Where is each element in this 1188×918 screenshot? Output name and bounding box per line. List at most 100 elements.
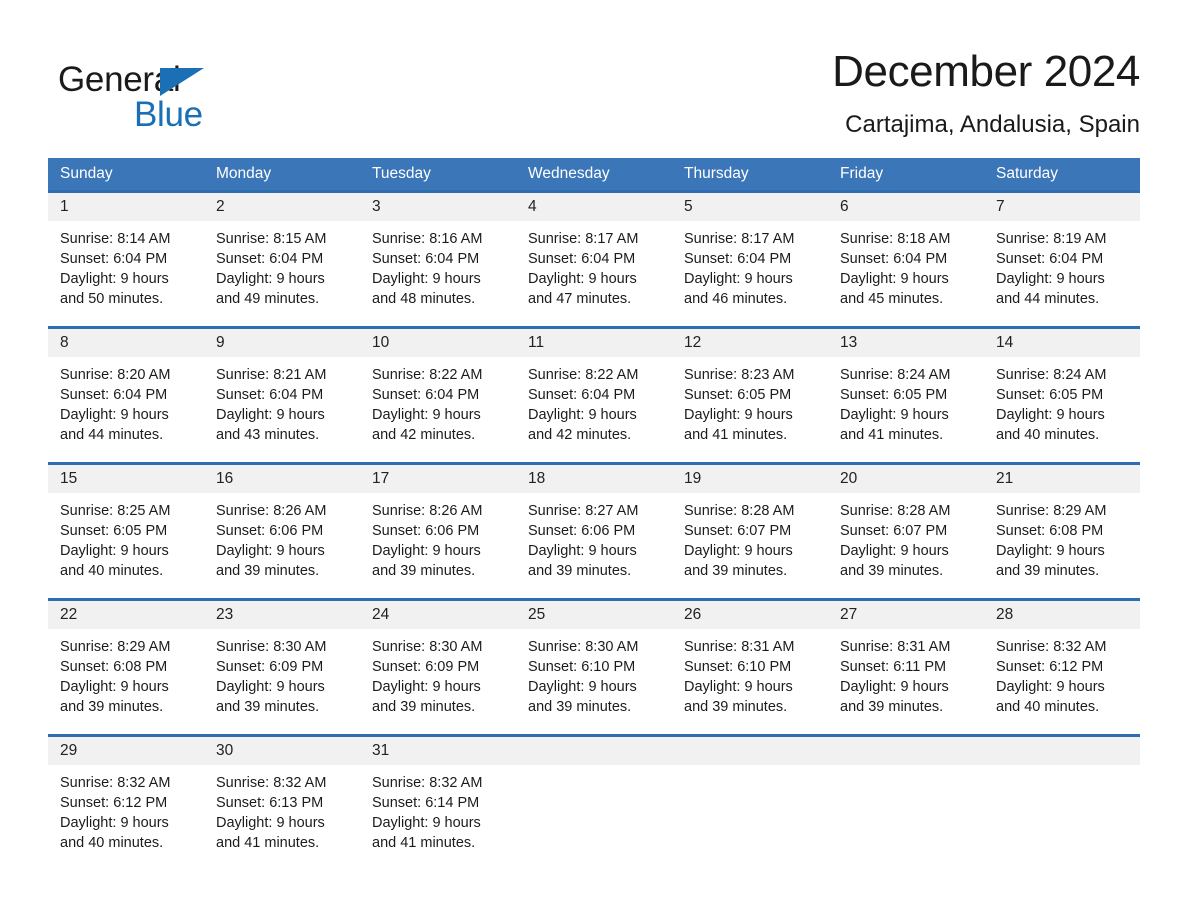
- daylight-line-2: and 46 minutes.: [684, 291, 788, 307]
- day-cell[interactable]: Sunrise: 8:28 AM Sunset: 6:07 PM Dayligh…: [828, 493, 984, 598]
- day-detail-row: Sunrise: 8:14 AM Sunset: 6:04 PM Dayligh…: [48, 221, 1140, 326]
- day-cell[interactable]: Sunrise: 8:28 AM Sunset: 6:07 PM Dayligh…: [672, 493, 828, 598]
- day-cell[interactable]: Sunrise: 8:24 AM Sunset: 6:05 PM Dayligh…: [828, 357, 984, 462]
- weekday-friday: Friday: [840, 165, 884, 182]
- day-cell[interactable]: Sunrise: 8:30 AM Sunset: 6:09 PM Dayligh…: [360, 629, 516, 734]
- day-cell[interactable]: Sunrise: 8:17 AM Sunset: 6:04 PM Dayligh…: [672, 221, 828, 326]
- day-number[interactable]: 26: [672, 601, 828, 629]
- day-cell[interactable]: Sunrise: 8:21 AM Sunset: 6:04 PM Dayligh…: [204, 357, 360, 462]
- day-cell[interactable]: Sunrise: 8:16 AM Sunset: 6:04 PM Dayligh…: [360, 221, 516, 326]
- day-number[interactable]: 31: [360, 737, 516, 765]
- sunset-line: Sunset: 6:04 PM: [372, 387, 480, 403]
- day-cell[interactable]: Sunrise: 8:32 AM Sunset: 6:12 PM Dayligh…: [984, 629, 1140, 734]
- day-number[interactable]: 8: [48, 329, 204, 357]
- sunset-line: Sunset: 6:12 PM: [60, 795, 168, 811]
- sunset-line: Sunset: 6:08 PM: [996, 523, 1104, 539]
- day-number[interactable]: 23: [204, 601, 360, 629]
- daylight-line-1: Daylight: 9 hours: [216, 679, 325, 695]
- day-number[interactable]: 19: [672, 465, 828, 493]
- day-cell[interactable]: Sunrise: 8:26 AM Sunset: 6:06 PM Dayligh…: [204, 493, 360, 598]
- day-number[interactable]: 4: [516, 193, 672, 221]
- day-detail-row: Sunrise: 8:25 AM Sunset: 6:05 PM Dayligh…: [48, 493, 1140, 598]
- daylight-line-2: and 41 minutes.: [840, 427, 944, 443]
- sunset-line: Sunset: 6:05 PM: [60, 523, 168, 539]
- daylight-line-1: Daylight: 9 hours: [684, 271, 793, 287]
- day-number[interactable]: 16: [204, 465, 360, 493]
- day-cell[interactable]: Sunrise: 8:24 AM Sunset: 6:05 PM Dayligh…: [984, 357, 1140, 462]
- week-row: 29 30 31 Sunrise: 8:32 AM Sunset: 6:12 P…: [48, 734, 1140, 870]
- day-cell[interactable]: Sunrise: 8:22 AM Sunset: 6:04 PM Dayligh…: [516, 357, 672, 462]
- day-number[interactable]: 27: [828, 601, 984, 629]
- day-cell[interactable]: Sunrise: 8:14 AM Sunset: 6:04 PM Dayligh…: [48, 221, 204, 326]
- day-number[interactable]: 3: [360, 193, 516, 221]
- day-cell-empty: [516, 765, 672, 870]
- day-cell[interactable]: Sunrise: 8:22 AM Sunset: 6:04 PM Dayligh…: [360, 357, 516, 462]
- day-number[interactable]: 20: [828, 465, 984, 493]
- day-cell[interactable]: Sunrise: 8:23 AM Sunset: 6:05 PM Dayligh…: [672, 357, 828, 462]
- day-number[interactable]: 10: [360, 329, 516, 357]
- daylight-line-1: Daylight: 9 hours: [840, 271, 949, 287]
- daylight-line-2: and 41 minutes.: [372, 835, 476, 851]
- day-number[interactable]: 14: [984, 329, 1140, 357]
- day-number[interactable]: 6: [828, 193, 984, 221]
- day-number[interactable]: 15: [48, 465, 204, 493]
- daylight-line-2: and 41 minutes.: [216, 835, 320, 851]
- day-cell[interactable]: Sunrise: 8:30 AM Sunset: 6:09 PM Dayligh…: [204, 629, 360, 734]
- day-cell[interactable]: Sunrise: 8:17 AM Sunset: 6:04 PM Dayligh…: [516, 221, 672, 326]
- day-number-empty: [516, 737, 672, 765]
- day-number[interactable]: 11: [516, 329, 672, 357]
- day-cell[interactable]: Sunrise: 8:32 AM Sunset: 6:13 PM Dayligh…: [204, 765, 360, 870]
- day-number[interactable]: 25: [516, 601, 672, 629]
- sunrise-line: Sunrise: 8:28 AM: [840, 503, 951, 519]
- day-cell[interactable]: Sunrise: 8:26 AM Sunset: 6:06 PM Dayligh…: [360, 493, 516, 598]
- day-cell[interactable]: Sunrise: 8:27 AM Sunset: 6:06 PM Dayligh…: [516, 493, 672, 598]
- day-number[interactable]: 21: [984, 465, 1140, 493]
- daylight-line-2: and 40 minutes.: [996, 699, 1100, 715]
- day-cell[interactable]: Sunrise: 8:32 AM Sunset: 6:14 PM Dayligh…: [360, 765, 516, 870]
- weekday-monday: Monday: [216, 165, 272, 182]
- sunrise-line: Sunrise: 8:26 AM: [216, 503, 327, 519]
- day-number[interactable]: 12: [672, 329, 828, 357]
- day-cell[interactable]: Sunrise: 8:19 AM Sunset: 6:04 PM Dayligh…: [984, 221, 1140, 326]
- day-cell[interactable]: Sunrise: 8:25 AM Sunset: 6:05 PM Dayligh…: [48, 493, 204, 598]
- week-row: 1 2 3 4 5 6 7 Sunrise: 8:14 AM Sunset: 6…: [48, 190, 1140, 326]
- sunset-line: Sunset: 6:06 PM: [216, 523, 324, 539]
- day-cell[interactable]: Sunrise: 8:20 AM Sunset: 6:04 PM Dayligh…: [48, 357, 204, 462]
- day-cell[interactable]: Sunrise: 8:18 AM Sunset: 6:04 PM Dayligh…: [828, 221, 984, 326]
- day-number[interactable]: 17: [360, 465, 516, 493]
- day-cell[interactable]: Sunrise: 8:32 AM Sunset: 6:12 PM Dayligh…: [48, 765, 204, 870]
- sunrise-line: Sunrise: 8:31 AM: [840, 639, 951, 655]
- day-cell[interactable]: Sunrise: 8:29 AM Sunset: 6:08 PM Dayligh…: [984, 493, 1140, 598]
- week-row: 15 16 17 18 19 20 21 Sunrise: 8:25 AM Su…: [48, 462, 1140, 598]
- day-number[interactable]: 5: [672, 193, 828, 221]
- day-number[interactable]: 29: [48, 737, 204, 765]
- generalblue-logo[interactable]: General Blue: [58, 52, 378, 142]
- sunset-line: Sunset: 6:04 PM: [216, 251, 324, 267]
- day-cell[interactable]: Sunrise: 8:15 AM Sunset: 6:04 PM Dayligh…: [204, 221, 360, 326]
- sunrise-line: Sunrise: 8:14 AM: [60, 231, 171, 247]
- day-cell[interactable]: Sunrise: 8:31 AM Sunset: 6:11 PM Dayligh…: [828, 629, 984, 734]
- day-number[interactable]: 18: [516, 465, 672, 493]
- day-number[interactable]: 1: [48, 193, 204, 221]
- day-number[interactable]: 9: [204, 329, 360, 357]
- day-number[interactable]: 28: [984, 601, 1140, 629]
- weekday-header-row: Sunday Monday Tuesday Wednesday Thursday…: [48, 158, 1140, 190]
- day-cell[interactable]: Sunrise: 8:30 AM Sunset: 6:10 PM Dayligh…: [516, 629, 672, 734]
- sunset-line: Sunset: 6:05 PM: [996, 387, 1104, 403]
- sunset-line: Sunset: 6:04 PM: [372, 251, 480, 267]
- day-cell[interactable]: Sunrise: 8:31 AM Sunset: 6:10 PM Dayligh…: [672, 629, 828, 734]
- day-cell[interactable]: Sunrise: 8:29 AM Sunset: 6:08 PM Dayligh…: [48, 629, 204, 734]
- sunrise-line: Sunrise: 8:30 AM: [216, 639, 327, 655]
- day-number[interactable]: 22: [48, 601, 204, 629]
- day-number[interactable]: 13: [828, 329, 984, 357]
- day-number[interactable]: 24: [360, 601, 516, 629]
- daylight-line-1: Daylight: 9 hours: [996, 543, 1105, 559]
- sunset-line: Sunset: 6:07 PM: [684, 523, 792, 539]
- day-number-row: 15 16 17 18 19 20 21: [48, 465, 1140, 493]
- sunrise-line: Sunrise: 8:32 AM: [996, 639, 1107, 655]
- day-number[interactable]: 2: [204, 193, 360, 221]
- daylight-line-1: Daylight: 9 hours: [216, 543, 325, 559]
- day-number[interactable]: 7: [984, 193, 1140, 221]
- day-number[interactable]: 30: [204, 737, 360, 765]
- logo-text-blue: Blue: [134, 95, 203, 134]
